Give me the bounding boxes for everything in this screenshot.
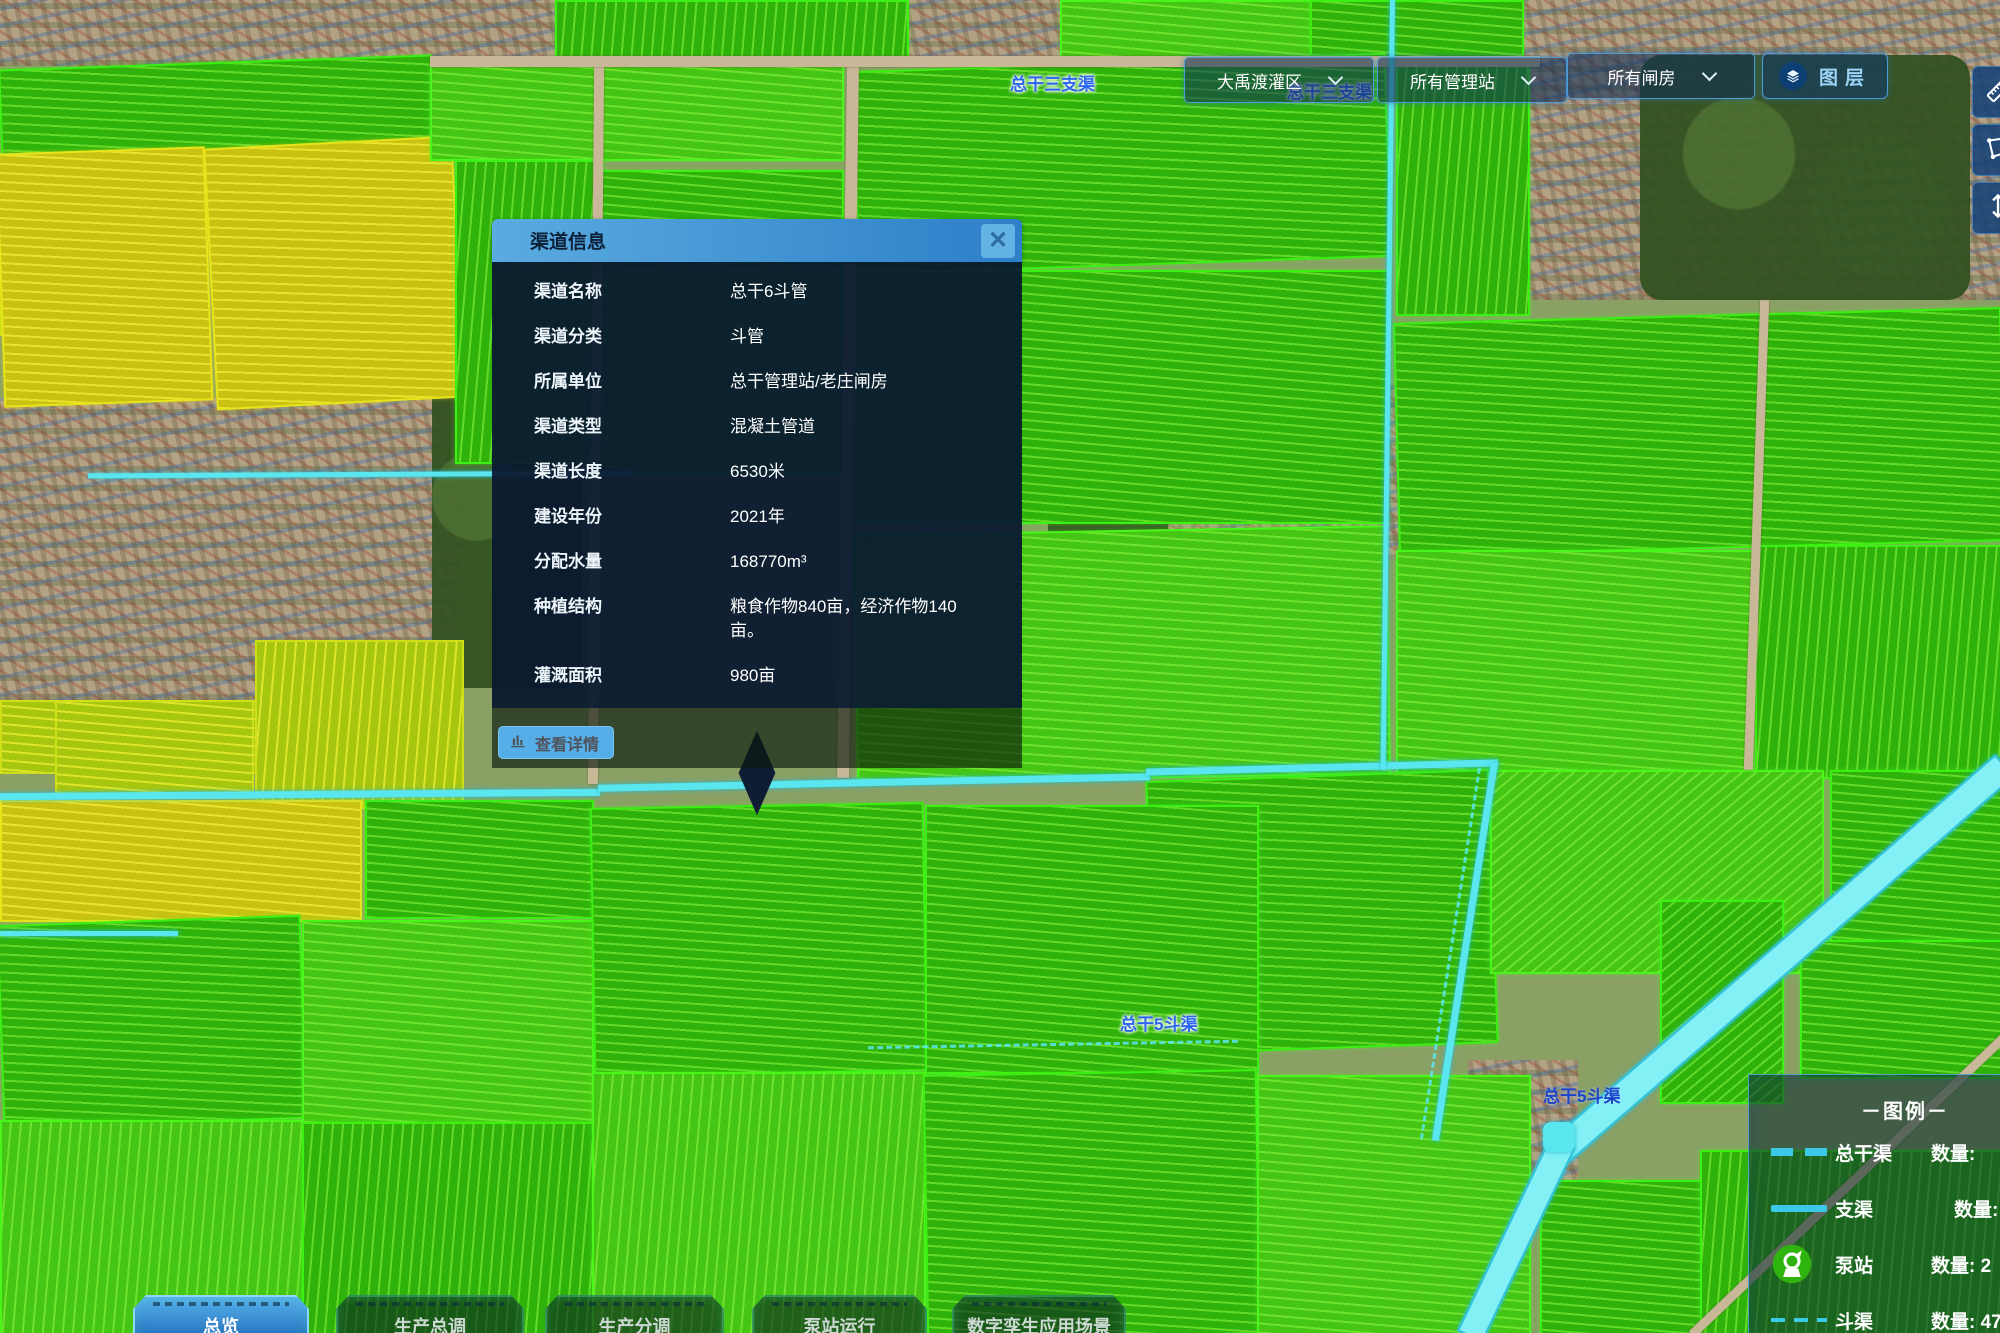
- field-value: 980亩: [730, 664, 775, 688]
- popup-header: 渠道信息 ✕: [492, 219, 1022, 262]
- popup-body: 渠道名称总干6斗管 渠道分类斗管 所属单位总干管理站/老庄闸房 渠道类型混凝土管…: [492, 262, 1022, 708]
- field-label: 建设年份: [534, 505, 730, 529]
- legend-item-pump-station: 泵站 数量: 2: [1749, 1236, 2000, 1292]
- map-label-zonggan-3-zhiqu[interactable]: 总干三支渠: [1010, 70, 1095, 95]
- map-label-zonggan-5-douqu[interactable]: 总干5斗渠: [1120, 1010, 1197, 1035]
- measure-height-button[interactable]: [1972, 182, 2000, 234]
- polygon-area-icon: [1983, 133, 2000, 168]
- tab-pump-operation[interactable]: 泵站运行: [752, 1295, 927, 1333]
- measure-distance-button[interactable]: [1972, 66, 2000, 118]
- field-value: 总干管理站/老庄闸房: [730, 370, 888, 394]
- dou-canal-dashed-line-icon: [1771, 1318, 1835, 1322]
- tab-digital-twin-scenarios[interactable]: 数字孪生应用场景: [952, 1295, 1126, 1333]
- field-label: 渠道长度: [534, 460, 730, 484]
- close-icon[interactable]: ✕: [981, 224, 1015, 258]
- chevron-down-icon: [1701, 66, 1717, 82]
- tab-overview[interactable]: 总览: [133, 1295, 309, 1333]
- chevron-down-icon: [1521, 70, 1537, 86]
- field-value: 6530米: [730, 460, 785, 484]
- branch-canal-line-icon: [1771, 1205, 1835, 1212]
- field-label: 种植结构: [534, 595, 730, 643]
- height-arrows-icon: [1983, 191, 2000, 226]
- map-label-zonggan-5-douqu-2[interactable]: 总干5斗渠: [1543, 1082, 1620, 1107]
- field-label: 渠道名称: [534, 280, 730, 304]
- legend-item-dou-canal: 斗渠 数量: 47: [1749, 1292, 2000, 1333]
- legend-item-branch-canal: 支渠 数量: 12: [1749, 1180, 2000, 1236]
- layers-icon: [1779, 62, 1807, 90]
- tab-production-sub-dispatch[interactable]: 生产分调: [545, 1295, 724, 1333]
- legend-title: －图例－: [1749, 1095, 2000, 1124]
- main-canal-dashed-line-icon: [1771, 1148, 1835, 1156]
- layers-button[interactable]: 图层: [1762, 53, 1888, 99]
- popup-title: 渠道信息: [492, 227, 606, 254]
- channel-info-popup: 渠道信息 ✕ 渠道名称总干6斗管 渠道分类斗管 所属单位总干管理站/老庄闸房 渠…: [492, 219, 1022, 768]
- legend-item-main-canal: 总干渠 数量:: [1749, 1124, 2000, 1180]
- gate-select-value: 所有闸房: [1608, 64, 1676, 89]
- station-select[interactable]: 所有管理站: [1377, 57, 1567, 103]
- chevron-down-icon: [1328, 70, 1344, 86]
- measure-area-button[interactable]: [1972, 124, 2000, 176]
- field-label: 所属单位: [534, 370, 730, 394]
- district-select-value: 大禹渡灌区: [1217, 68, 1302, 93]
- bar-chart-icon: [509, 731, 527, 754]
- view-details-label: 查看详情: [535, 731, 599, 755]
- field-value: 斗管: [730, 325, 764, 349]
- map-canvas[interactable]: 总干三支渠 总干三支渠 总干5斗渠 总干5斗渠 大禹渡灌区 所有管理站 所有闸房…: [0, 0, 2000, 1333]
- field-label: 分配水量: [534, 550, 730, 574]
- field-value: 总干6斗管: [730, 280, 807, 304]
- field-value: 混凝土管道: [730, 415, 815, 439]
- field-value: 2021年: [730, 505, 785, 529]
- view-details-button[interactable]: 查看详情: [498, 726, 614, 759]
- legend-panel: －图例－ 总干渠 数量: 支渠 数量: 12 泵站 数量: 2 斗渠 数量: 4…: [1748, 1074, 2000, 1333]
- station-select-value: 所有管理站: [1410, 68, 1495, 93]
- field-label: 灌溉面积: [534, 664, 730, 688]
- layers-button-label: 图层: [1819, 63, 1871, 90]
- tab-production-master-dispatch[interactable]: 生产总调: [336, 1295, 524, 1333]
- field-label: 渠道分类: [534, 325, 730, 349]
- field-value: 粮食作物840亩，经济作物140亩。: [730, 595, 970, 643]
- pump-station-icon: [1771, 1243, 1835, 1285]
- ruler-icon: [1983, 75, 2000, 110]
- district-select[interactable]: 大禹渡灌区: [1184, 57, 1374, 103]
- gate-select[interactable]: 所有闸房: [1567, 53, 1755, 99]
- field-label: 渠道类型: [534, 415, 730, 439]
- popup-footer: 查看详情: [492, 708, 1022, 768]
- field-value: 168770m³: [730, 550, 807, 574]
